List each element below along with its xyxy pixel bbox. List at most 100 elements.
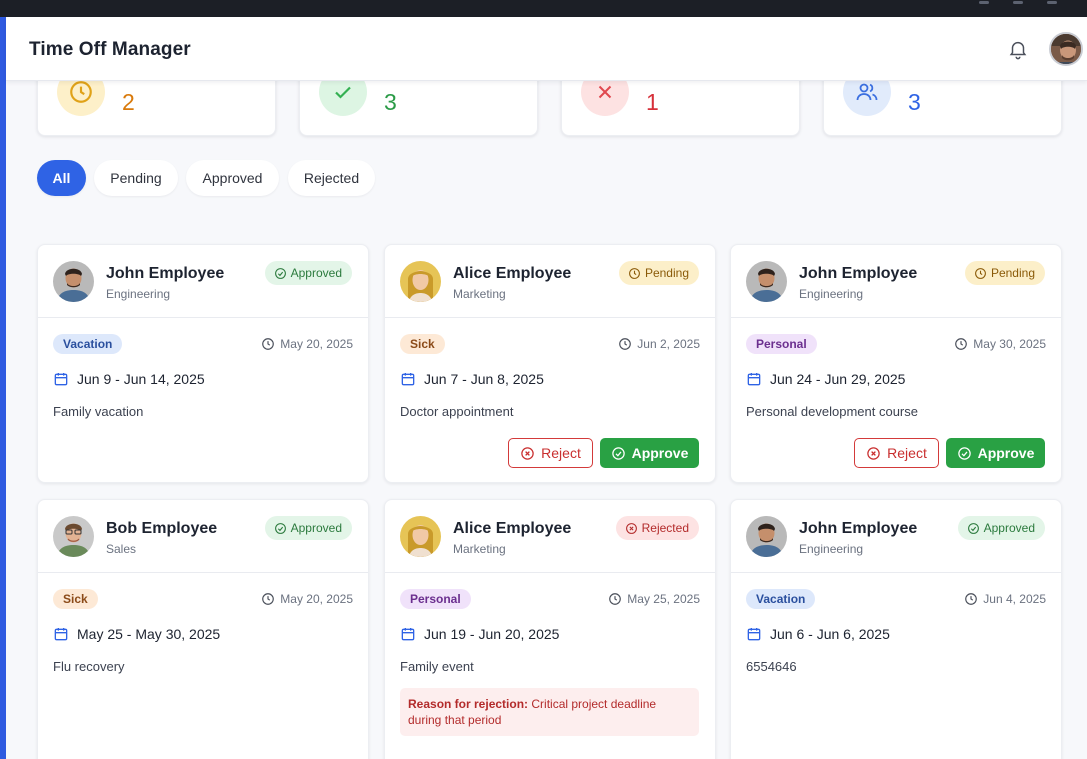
clock-icon [964,592,978,606]
leave-dates-text: May 25 - May 30, 2025 [77,626,221,642]
leave-dates-text: Jun 24 - Jun 29, 2025 [770,371,906,387]
window-control-minimize[interactable] [979,1,989,4]
check-circle-icon [274,267,287,280]
card-header: John Employee Engineering Approved [38,245,368,318]
card-header: John Employee Engineering Approved [731,500,1061,573]
filter-pending[interactable]: Pending [94,160,178,196]
stat-value: 3 [384,89,397,115]
leave-type-badge: Personal [400,589,471,609]
employee-department: Engineering [106,287,171,301]
submitted-date-text: May 20, 2025 [280,337,353,351]
status-badge-label: Approved [290,266,342,280]
request-card: John Employee Engineering Pending Person… [730,244,1062,483]
clock-icon [261,337,275,351]
status-badge-label: Pending [990,266,1035,280]
employee-avatar [746,516,787,557]
check-circle-icon [957,446,972,461]
employee-department: Marketing [453,542,506,556]
leave-dates: Jun 6 - Jun 6, 2025 [746,626,890,642]
employee-department: Engineering [799,287,864,301]
status-badge: Approved [957,516,1045,540]
calendar-icon [746,371,762,387]
filter-rejected[interactable]: Rejected [288,160,375,196]
status-badge-label: Approved [290,521,342,535]
employee-avatar [400,516,441,557]
status-badge: Rejected [615,516,699,540]
x-circle-icon [520,446,535,461]
request-card: Alice Employee Marketing Rejected Person… [384,499,716,759]
card-header: John Employee Engineering Pending [731,245,1061,318]
leave-reason: Personal development course [746,404,918,419]
employee-avatar [400,261,441,302]
clock-icon [618,337,632,351]
leave-dates-text: Jun 6 - Jun 6, 2025 [770,626,890,642]
employee-department: Marketing [453,287,506,301]
filter-approved[interactable]: Approved [186,160,279,196]
clock-icon [954,337,968,351]
status-badge: Approved [264,261,352,285]
reject-button-label: Reject [541,445,581,461]
window-control-close[interactable] [1047,1,1057,4]
request-card: Bob Employee Sales Approved Sick May 20,… [37,499,369,759]
leave-dates-text: Jun 7 - Jun 8, 2025 [424,371,544,387]
x-circle-icon [625,522,638,535]
submitted-date-text: Jun 4, 2025 [983,592,1046,606]
submitted-date-text: May 20, 2025 [280,592,353,606]
status-badge: Approved [264,516,352,540]
clock-icon [628,267,641,280]
status-badge: Pending [964,261,1045,285]
calendar-icon [400,371,416,387]
request-card: John Employee Engineering Approved Vacat… [37,244,369,483]
employee-name: John Employee [799,520,918,537]
employee-avatar [53,516,94,557]
stat-value: 2 [122,89,135,115]
stat-value: 1 [646,89,659,115]
approve-button-label: Approve [977,445,1035,461]
clock-icon [974,267,987,280]
employee-name: Alice Employee [453,520,572,537]
employee-department: Engineering [799,542,864,556]
app-title: Time Off Manager [29,39,191,60]
user-avatar[interactable] [1049,32,1083,66]
status-badge-label: Approved [983,521,1035,535]
submitted-date: May 20, 2025 [261,592,353,606]
check-circle-icon [274,522,287,535]
leave-type-badge: Vacation [746,589,816,609]
calendar-icon [53,626,69,642]
employee-avatar [53,261,94,302]
employee-name: John Employee [106,265,225,282]
submitted-date: May 20, 2025 [261,337,353,351]
card-header: Alice Employee Marketing Rejected [385,500,715,573]
reject-button[interactable]: Reject [854,438,939,468]
leave-reason: Family vacation [53,404,144,419]
employee-name: John Employee [799,265,918,282]
filter-all[interactable]: All [37,160,86,196]
left-accent-bar [0,17,6,759]
leave-type-badge: Sick [53,589,98,609]
request-card: John Employee Engineering Approved Vacat… [730,499,1062,759]
submitted-date-text: May 25, 2025 [627,592,700,606]
leave-reason: Flu recovery [53,659,125,674]
calendar-icon [400,626,416,642]
leave-type-badge: Vacation [53,334,123,354]
submitted-date: May 30, 2025 [954,337,1046,351]
submitted-date: Jun 4, 2025 [964,592,1046,606]
status-badge: Pending [618,261,699,285]
leave-reason: Family event [400,659,474,674]
leave-dates: Jun 7 - Jun 8, 2025 [400,371,544,387]
employee-name: Bob Employee [106,520,218,537]
window-control-maximize[interactable] [1013,1,1023,4]
calendar-icon [53,371,69,387]
x-circle-icon [866,446,881,461]
approve-button[interactable]: Approve [946,438,1045,468]
card-header: Bob Employee Sales Approved [38,500,368,573]
reject-button[interactable]: Reject [508,438,593,468]
submitted-date: May 25, 2025 [608,592,700,606]
leave-dates: Jun 19 - Jun 20, 2025 [400,626,559,642]
employee-department: Sales [106,542,137,556]
leave-dates: Jun 9 - Jun 14, 2025 [53,371,205,387]
submitted-date-text: Jun 2, 2025 [637,337,700,351]
leave-dates: May 25 - May 30, 2025 [53,626,220,642]
approve-button[interactable]: Approve [600,438,699,468]
bell-icon[interactable] [1007,38,1029,60]
